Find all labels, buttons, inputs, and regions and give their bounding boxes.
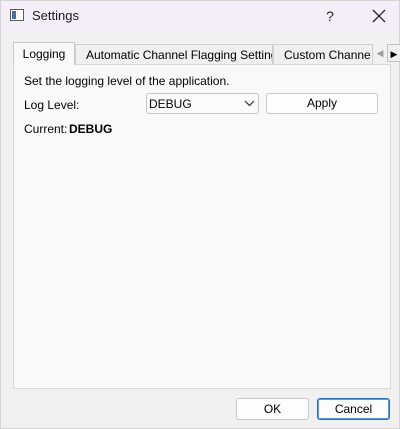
app-window-icon <box>10 9 24 21</box>
current-level-value: DEBUG <box>69 122 113 136</box>
tab-scroll-controls: ◀ ▶ <box>373 44 400 62</box>
settings-dialog: Settings ? Logging Automatic Channel Fla… <box>0 0 400 429</box>
tab-bar: Logging Automatic Channel Flagging Setti… <box>13 42 400 65</box>
cancel-button[interactable]: Cancel <box>317 398 390 420</box>
tab-automatic-channel-flagging-settings[interactable]: Automatic Channel Flagging Settings <box>75 44 273 65</box>
log-level-selected-value: DEBUG <box>149 97 192 111</box>
title-bar[interactable]: Settings ? <box>1 1 399 31</box>
logging-panel: Set the logging level of the application… <box>13 64 391 389</box>
log-level-label: Log Level: <box>24 98 80 112</box>
close-button[interactable] <box>361 3 397 29</box>
tab-custom-channel[interactable]: Custom Channe <box>273 44 373 65</box>
logging-description: Set the logging level of the application… <box>24 74 230 88</box>
tab-logging[interactable]: Logging <box>13 42 75 65</box>
window-title: Settings <box>32 8 79 23</box>
apply-button[interactable]: Apply <box>266 93 378 114</box>
tab-scroll-right-icon[interactable]: ▶ <box>387 44 400 62</box>
ok-button[interactable]: OK <box>236 398 309 420</box>
current-level-label: Current: <box>24 122 68 136</box>
log-level-select[interactable]: DEBUG <box>146 93 259 114</box>
help-button[interactable]: ? <box>319 5 341 27</box>
close-icon <box>372 9 386 23</box>
tab-scroll-left-icon[interactable]: ◀ <box>373 44 387 62</box>
chevron-down-icon <box>244 100 255 107</box>
